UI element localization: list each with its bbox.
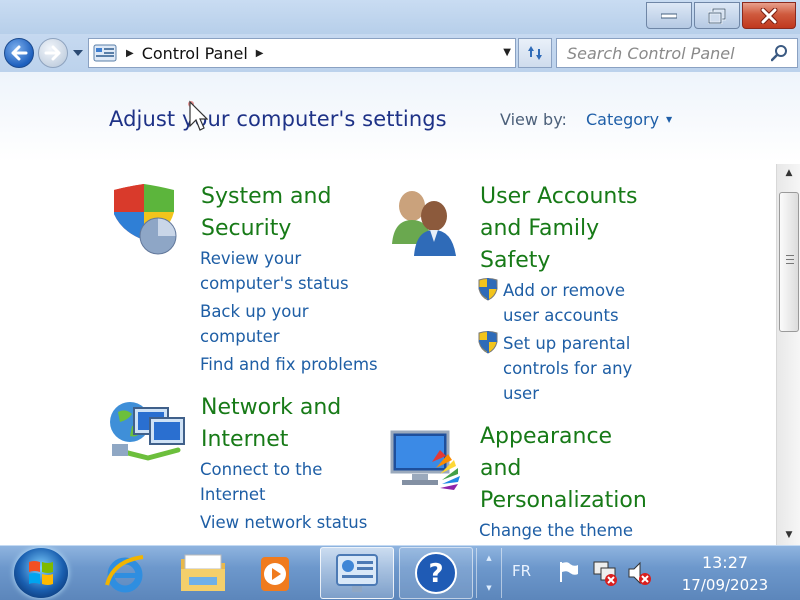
scroll-down-arrow-icon[interactable]: ▼ bbox=[777, 526, 800, 544]
clock-date: 17/09/2023 bbox=[681, 576, 769, 594]
taskbar-windows-explorer[interactable] bbox=[168, 547, 238, 599]
back-button[interactable] bbox=[4, 38, 34, 68]
navigation-bar: ▶ Control Panel ▶ ▼ bbox=[0, 34, 800, 72]
taskbar-control-panel[interactable] bbox=[320, 547, 394, 599]
link-change-theme[interactable]: Change the theme bbox=[479, 518, 633, 543]
category-title-user-accounts[interactable]: User Accounts and Family Safety bbox=[480, 181, 637, 277]
refresh-button[interactable] bbox=[518, 38, 552, 68]
action-center-flag-icon[interactable] bbox=[556, 560, 580, 584]
forward-button[interactable] bbox=[38, 38, 68, 68]
search-box[interactable] bbox=[556, 38, 798, 68]
monitor-palette-icon[interactable] bbox=[388, 428, 464, 496]
page-title: Adjust your computer's settings bbox=[109, 107, 447, 131]
chevron-up-icon[interactable]: ▲ bbox=[486, 554, 491, 562]
shield-pie-icon[interactable] bbox=[108, 184, 182, 256]
control-panel-content: Adjust your computer's settings View by:… bbox=[0, 72, 800, 545]
users-icon[interactable] bbox=[388, 186, 462, 256]
link-add-remove-user-accounts[interactable]: Add or remove user accounts bbox=[503, 278, 625, 328]
link-back-up-computer[interactable]: Back up your computer bbox=[200, 299, 309, 349]
restore-button[interactable] bbox=[694, 2, 740, 29]
breadcrumb-separator-icon[interactable]: ▶ bbox=[256, 48, 264, 59]
chevron-down-icon bbox=[73, 50, 83, 56]
link-view-network-status[interactable]: View network status bbox=[200, 510, 367, 535]
restore-icon bbox=[708, 7, 726, 24]
network-globe-icon[interactable] bbox=[108, 400, 186, 468]
internet-explorer-icon bbox=[105, 555, 144, 593]
taskbar-help-support[interactable]: ? bbox=[399, 547, 473, 599]
uac-shield-icon bbox=[478, 278, 498, 301]
search-icon[interactable] bbox=[771, 44, 789, 62]
minimize-button[interactable] bbox=[646, 2, 692, 29]
search-input[interactable] bbox=[567, 43, 767, 63]
address-bar[interactable]: ▶ Control Panel ▶ ▼ bbox=[88, 38, 516, 68]
language-indicator[interactable]: FR bbox=[512, 562, 531, 580]
arrow-left-icon bbox=[11, 45, 28, 61]
vertical-scrollbar[interactable]: ▲ ▼ bbox=[776, 164, 800, 545]
link-find-fix-problems[interactable]: Find and fix problems bbox=[200, 352, 378, 377]
recent-pages-button[interactable] bbox=[70, 46, 86, 60]
close-button[interactable] bbox=[742, 2, 796, 29]
help-icon: ? bbox=[415, 552, 457, 594]
taskbar-media-player[interactable] bbox=[240, 547, 310, 599]
close-icon bbox=[760, 7, 778, 24]
refresh-icon bbox=[528, 46, 542, 60]
link-parental-controls[interactable]: Set up parental controls for any user bbox=[503, 331, 632, 406]
uac-shield-icon bbox=[478, 331, 498, 354]
address-history-dropdown[interactable]: ▼ bbox=[503, 47, 511, 58]
mouse-cursor-icon bbox=[188, 100, 208, 131]
explorer-folder-icon bbox=[181, 554, 225, 591]
taskbar: ? ▲ ▼ FR 13:27 17/09/2023 bbox=[0, 545, 800, 600]
system-clock[interactable]: 13:27 17/09/2023 bbox=[666, 552, 784, 596]
chevron-down-icon[interactable]: ▼ bbox=[666, 115, 672, 124]
link-review-computer-status[interactable]: Review your computer's status bbox=[200, 246, 349, 296]
category-title-appearance[interactable]: Appearance and Personalization bbox=[480, 421, 647, 517]
svg-text:?: ? bbox=[428, 559, 443, 589]
category-title-system-security[interactable]: System and Security bbox=[201, 181, 331, 245]
view-by-dropdown[interactable]: Category bbox=[586, 110, 659, 129]
breadcrumb-control-panel[interactable]: Control Panel bbox=[142, 44, 248, 63]
breadcrumb-separator-icon[interactable]: ▶ bbox=[126, 48, 134, 59]
window-title-bar bbox=[0, 0, 800, 34]
arrow-right-icon bbox=[44, 45, 61, 61]
taskbar-scroll-buttons[interactable]: ▲ ▼ bbox=[476, 548, 502, 598]
media-player-icon bbox=[261, 557, 289, 591]
taskbar-internet-explorer[interactable] bbox=[90, 547, 160, 599]
chevron-down-icon[interactable]: ▼ bbox=[486, 584, 491, 592]
control-panel-icon bbox=[93, 44, 117, 62]
minimize-icon bbox=[661, 13, 677, 18]
scrollbar-thumb[interactable] bbox=[779, 192, 799, 332]
category-title-network-internet[interactable]: Network and Internet bbox=[201, 392, 341, 456]
start-button[interactable] bbox=[14, 548, 68, 598]
clock-time: 13:27 bbox=[701, 553, 749, 572]
scroll-up-arrow-icon[interactable]: ▲ bbox=[777, 164, 800, 182]
windows-logo-icon bbox=[29, 561, 53, 585]
network-disconnected-icon[interactable] bbox=[592, 560, 618, 586]
control-panel-icon bbox=[336, 554, 378, 592]
link-connect-internet[interactable]: Connect to the Internet bbox=[200, 457, 322, 507]
speaker-muted-icon[interactable] bbox=[626, 560, 652, 586]
view-by-label: View by: bbox=[500, 110, 567, 129]
